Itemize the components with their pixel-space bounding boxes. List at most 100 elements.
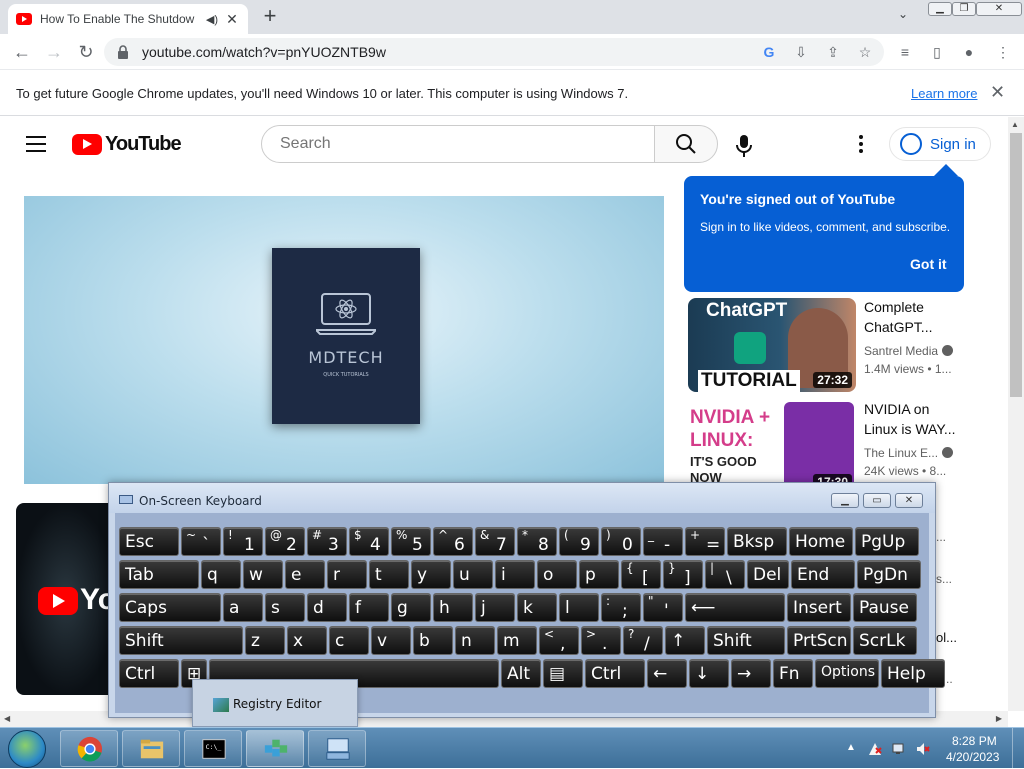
key-right[interactable]: →: [731, 659, 771, 688]
start-button[interactable]: [8, 730, 46, 768]
restore-button[interactable]: ❐: [952, 2, 976, 16]
show-desktop-button[interactable]: [1012, 728, 1024, 769]
search-input[interactable]: [278, 134, 638, 154]
key-b[interactable]: b: [413, 626, 453, 655]
osk-maximize-button[interactable]: ▭: [863, 493, 891, 508]
action-center-icon[interactable]: [868, 742, 882, 756]
clock-time[interactable]: 8:28 PM: [952, 734, 997, 748]
hamburger-menu-icon[interactable]: [26, 136, 46, 152]
key-p[interactable]: p: [579, 560, 619, 589]
key-3[interactable]: #3: [307, 527, 347, 556]
key-semicolon[interactable]: :;: [601, 593, 641, 622]
key-x[interactable]: x: [287, 626, 327, 655]
key-help[interactable]: Help: [881, 659, 945, 688]
volume-muted-icon[interactable]: [916, 742, 930, 756]
key-f[interactable]: f: [349, 593, 389, 622]
key-fn[interactable]: Fn: [773, 659, 813, 688]
key-comma[interactable]: <,: [539, 626, 579, 655]
channel-name[interactable]: The Linux E...: [864, 446, 954, 460]
key-o[interactable]: o: [537, 560, 577, 589]
video-player[interactable]: MDTECH QUICK TUTORIALS: [24, 196, 664, 484]
taskbar-thumbnail-popup[interactable]: Registry Editor: [192, 679, 358, 727]
infobar-close-icon[interactable]: ✕: [990, 82, 1005, 103]
key-backtick[interactable]: ~ `: [181, 527, 221, 556]
key-caps[interactable]: Caps: [119, 593, 221, 622]
scroll-up-arrow-icon[interactable]: ▲: [1011, 120, 1019, 129]
key-w[interactable]: w: [243, 560, 283, 589]
key-9[interactable]: (9: [559, 527, 599, 556]
key-6[interactable]: ^ 6: [433, 527, 473, 556]
key-period[interactable]: >.: [581, 626, 621, 655]
search-button[interactable]: [654, 125, 718, 163]
profile-icon[interactable]: ●: [960, 43, 978, 61]
key-y[interactable]: y: [411, 560, 451, 589]
key-4[interactable]: $4: [349, 527, 389, 556]
key-options[interactable]: Options: [815, 659, 879, 688]
key-slash[interactable]: ? /: [623, 626, 663, 655]
scrollbar-thumb[interactable]: [1010, 133, 1022, 397]
key-0[interactable]: ) 0: [601, 527, 641, 556]
sign-in-button[interactable]: Sign in: [889, 127, 991, 161]
key-up[interactable]: ↑: [665, 626, 705, 655]
key-tab[interactable]: Tab: [119, 560, 199, 589]
key-left[interactable]: ←: [647, 659, 687, 688]
chrome-menu-icon[interactable]: ⋮: [994, 43, 1012, 61]
microphone-icon[interactable]: [736, 135, 752, 157]
more-options-icon[interactable]: [858, 135, 864, 155]
new-tab-button[interactable]: +: [258, 5, 282, 27]
key-insert[interactable]: Insert: [787, 593, 851, 622]
key-d[interactable]: d: [307, 593, 347, 622]
taskbar-explorer-button[interactable]: [122, 730, 180, 767]
share-icon[interactable]: ⇪: [824, 43, 842, 61]
key-k[interactable]: k: [517, 593, 557, 622]
show-hidden-icons-icon[interactable]: ▲: [846, 742, 860, 756]
recommendation-thumbnail[interactable]: NVIDIA + LINUX: IT'S GOOD NOW 17:30: [688, 400, 856, 494]
key-rshift[interactable]: Shift: [707, 626, 785, 655]
key-home[interactable]: Home: [789, 527, 853, 556]
key-e[interactable]: e: [285, 560, 325, 589]
osk-titlebar[interactable]: On-Screen Keyboard ▁ ▭ ✕: [109, 483, 935, 513]
minimize-button[interactable]: ▁: [928, 2, 952, 16]
key-scrlk[interactable]: ScrLk: [853, 626, 917, 655]
key-z[interactable]: z: [245, 626, 285, 655]
network-icon[interactable]: [892, 742, 906, 756]
install-app-icon[interactable]: ⇩: [792, 43, 810, 61]
taskbar-chrome-button[interactable]: [60, 730, 118, 767]
key-equals[interactable]: + =: [685, 527, 725, 556]
speaker-icon[interactable]: ◀): [206, 13, 218, 26]
key-5[interactable]: % 5: [391, 527, 431, 556]
key-8[interactable]: * 8: [517, 527, 557, 556]
key-pause[interactable]: Pause: [853, 593, 917, 622]
learn-more-link[interactable]: Learn more: [911, 86, 977, 101]
key-del[interactable]: Del: [747, 560, 789, 589]
taskbar-cmd-button[interactable]: C:\_: [184, 730, 242, 767]
key-s[interactable]: s: [265, 593, 305, 622]
taskbar-regedit-button[interactable]: [246, 730, 304, 767]
key-lshift[interactable]: Shift: [119, 626, 243, 655]
key-pgup[interactable]: PgUp: [855, 527, 919, 556]
key-c[interactable]: c: [329, 626, 369, 655]
chevron-down-icon[interactable]: ⌄: [898, 7, 908, 21]
key-v[interactable]: v: [371, 626, 411, 655]
scroll-right-arrow-icon[interactable]: ▶: [996, 714, 1002, 723]
taskbar-osk-button[interactable]: [308, 730, 366, 767]
key-lbracket[interactable]: {[: [621, 560, 661, 589]
channel-name[interactable]: Santrel Media: [864, 344, 954, 358]
osk-minimize-button[interactable]: ▁: [831, 493, 859, 508]
recommendation-title[interactable]: Complete ChatGPT...: [864, 297, 1004, 337]
bookmark-star-icon[interactable]: ☆: [856, 43, 874, 61]
key-quote[interactable]: " ': [643, 593, 683, 622]
key-alt[interactable]: Alt: [501, 659, 541, 688]
close-window-button[interactable]: ✕: [976, 2, 1022, 16]
key-1[interactable]: ! 1: [223, 527, 263, 556]
key-q[interactable]: q: [201, 560, 241, 589]
google-translate-icon[interactable]: G: [760, 43, 778, 61]
key-u[interactable]: u: [453, 560, 493, 589]
key-7[interactable]: & 7: [475, 527, 515, 556]
key-g[interactable]: g: [391, 593, 431, 622]
key-j[interactable]: j: [475, 593, 515, 622]
key-a[interactable]: a: [223, 593, 263, 622]
tab-close-icon[interactable]: ✕: [224, 11, 240, 28]
url-text[interactable]: youtube.com/watch?v=pnYUOZNTB9w: [142, 44, 386, 60]
lock-icon[interactable]: [118, 45, 128, 59]
